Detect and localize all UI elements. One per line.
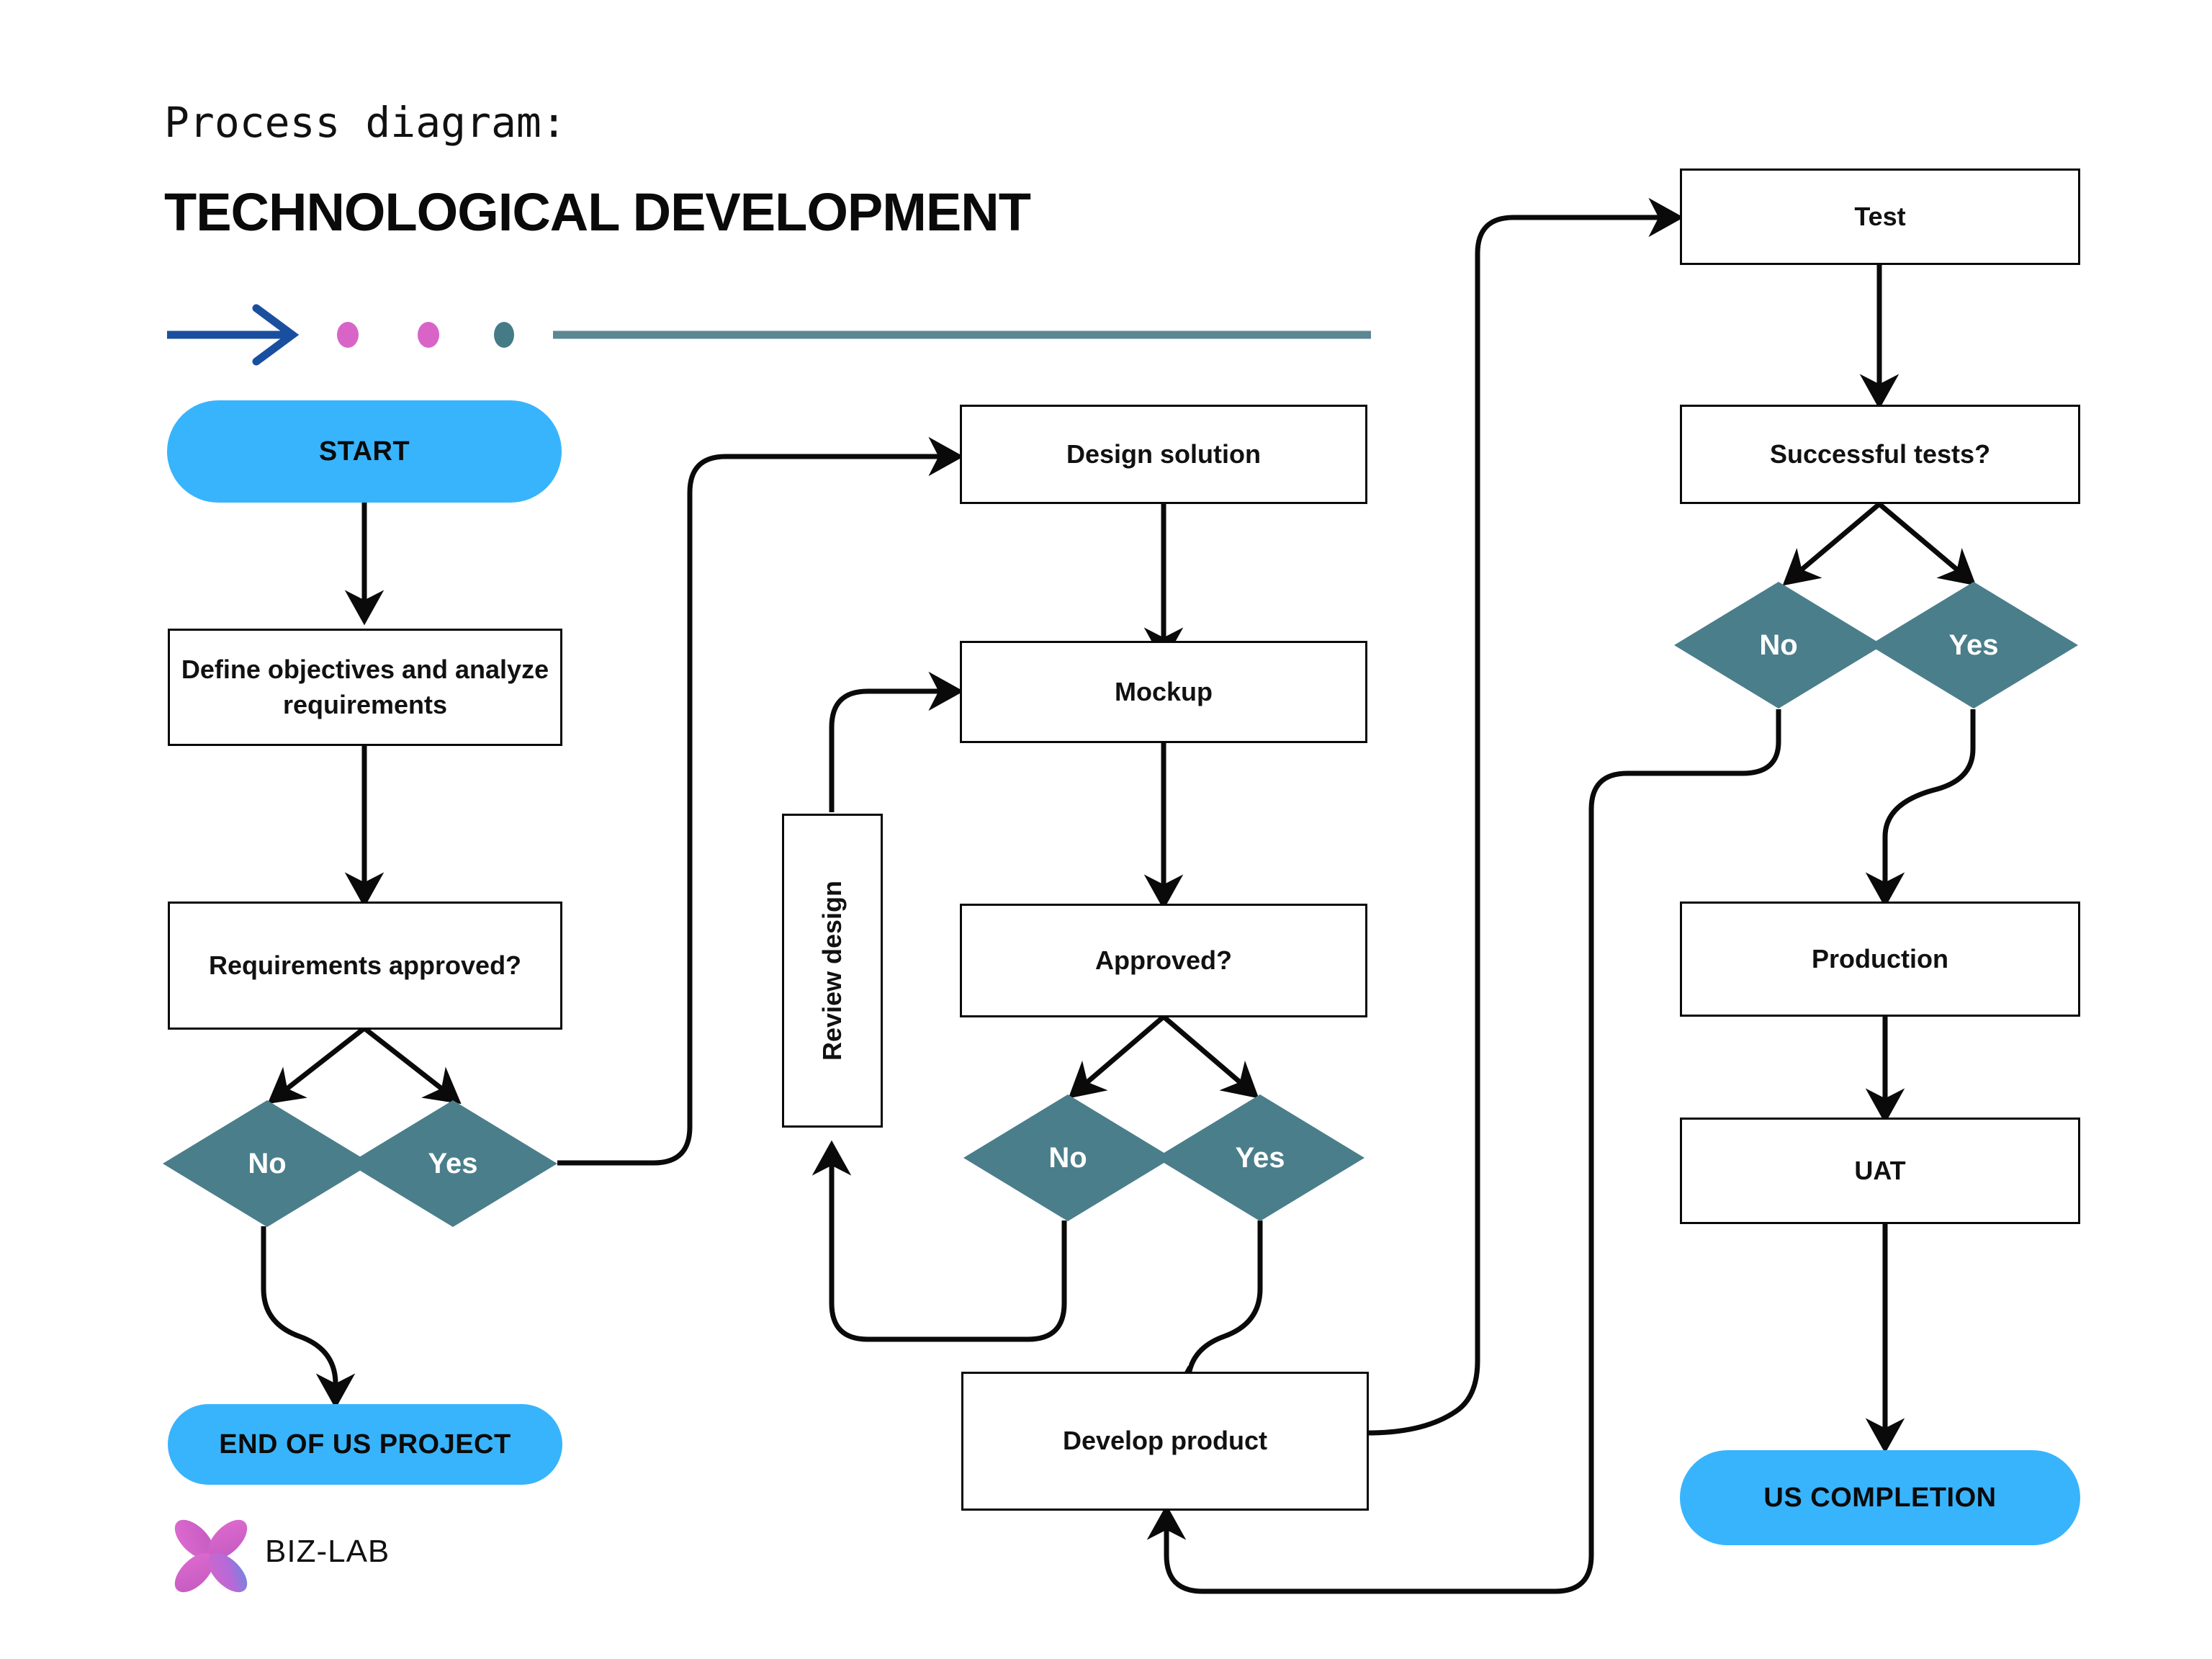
node-end-of-us-project[interactable]: END OF US PROJECT [168, 1404, 562, 1485]
node-requirements-yes-label: Yes [428, 1147, 478, 1179]
node-test-yes[interactable]: Yes [1869, 582, 2078, 709]
edge-requirements-to-yes [362, 1026, 462, 1105]
node-approved[interactable]: Approved? [960, 904, 1367, 1017]
node-us-completion[interactable]: US COMPLETION [1680, 1450, 2080, 1545]
node-production-label: Production [1812, 943, 1948, 974]
node-mockup-label: Mockup [1114, 676, 1213, 706]
node-define-objectives-label: Define objectives and analyze requiremen… [181, 654, 549, 719]
node-requirements-approved[interactable]: Requirements approved? [168, 902, 562, 1030]
node-approved-label: Approved? [1094, 945, 1232, 975]
node-review-design[interactable]: Review design [782, 814, 883, 1128]
node-test-no[interactable]: No [1674, 582, 1883, 709]
edge-develop-to-test [1367, 197, 1684, 1436]
node-design-solution[interactable]: Design solution [960, 405, 1367, 504]
node-test-no-label: No [1759, 629, 1798, 661]
node-approved-no-label: No [1048, 1141, 1087, 1174]
edge-yes-to-design [557, 436, 964, 1166]
node-develop-product[interactable]: Develop product [961, 1372, 1369, 1511]
decorative-rule [167, 304, 1371, 366]
deco-dot-1 [337, 322, 359, 348]
node-requirements-yes[interactable]: Yes [349, 1100, 557, 1227]
node-requirements-approved-label: Requirements approved? [208, 950, 522, 980]
node-review-design-label: Review design [817, 880, 847, 1061]
node-define-objectives[interactable]: Define objectives and analyze requiremen… [168, 629, 562, 746]
node-develop-product-label: Develop product [1062, 1426, 1268, 1456]
page-kicker: Process diagram: [164, 98, 567, 147]
node-requirements-no-label: No [248, 1147, 287, 1179]
deco-dot-3 [494, 322, 514, 348]
node-successful-tests[interactable]: Successful tests? [1680, 405, 2080, 504]
diagram-canvas: Process diagram: TECHNOLOGICAL DEVELOPME… [0, 0, 2212, 1659]
edge-approved-to-yes [1161, 1015, 1259, 1099]
node-production[interactable]: Production [1680, 902, 2080, 1017]
node-test-label: Test [1854, 201, 1906, 231]
bizlab-brand-label: BIZ-LAB [265, 1534, 390, 1569]
node-test-yes-label: Yes [1948, 629, 1999, 661]
node-mockup[interactable]: Mockup [960, 641, 1367, 743]
node-uat[interactable]: UAT [1680, 1118, 2080, 1224]
edge-approved-to-no [1068, 1015, 1166, 1099]
page-title: TECHNOLOGICAL DEVELOPMENT [164, 182, 1031, 242]
node-successful-tests-label: Successful tests? [1769, 439, 1991, 469]
edge-review-to-mockup [829, 671, 964, 812]
bizlab-flower-logo-icon [174, 1519, 248, 1593]
deco-dot-2 [418, 322, 439, 348]
node-approved-no[interactable]: No [963, 1094, 1172, 1221]
node-uat-label: UAT [1854, 1155, 1906, 1185]
edge-no-to-end [261, 1226, 356, 1409]
edge-approved-yes-to-develop [1168, 1220, 1263, 1401]
node-design-solution-label: Design solution [1066, 439, 1261, 469]
arrow-icon [167, 304, 300, 366]
edge-successful-to-no [1782, 502, 1881, 586]
node-start[interactable]: START [167, 400, 562, 503]
edge-test-yes-to-production [1865, 709, 1976, 908]
node-approved-yes-label: Yes [1235, 1141, 1285, 1174]
node-start-label: START [318, 436, 410, 467]
node-requirements-no[interactable]: No [163, 1100, 372, 1227]
edge-requirements-to-no [267, 1026, 367, 1105]
node-us-completion-label: US COMPLETION [1763, 1482, 1997, 1513]
node-approved-yes[interactable]: Yes [1156, 1094, 1364, 1221]
edge-successful-to-yes [1877, 502, 1977, 586]
node-end-of-us-project-label: END OF US PROJECT [219, 1429, 511, 1460]
node-test[interactable]: Test [1680, 168, 2080, 265]
